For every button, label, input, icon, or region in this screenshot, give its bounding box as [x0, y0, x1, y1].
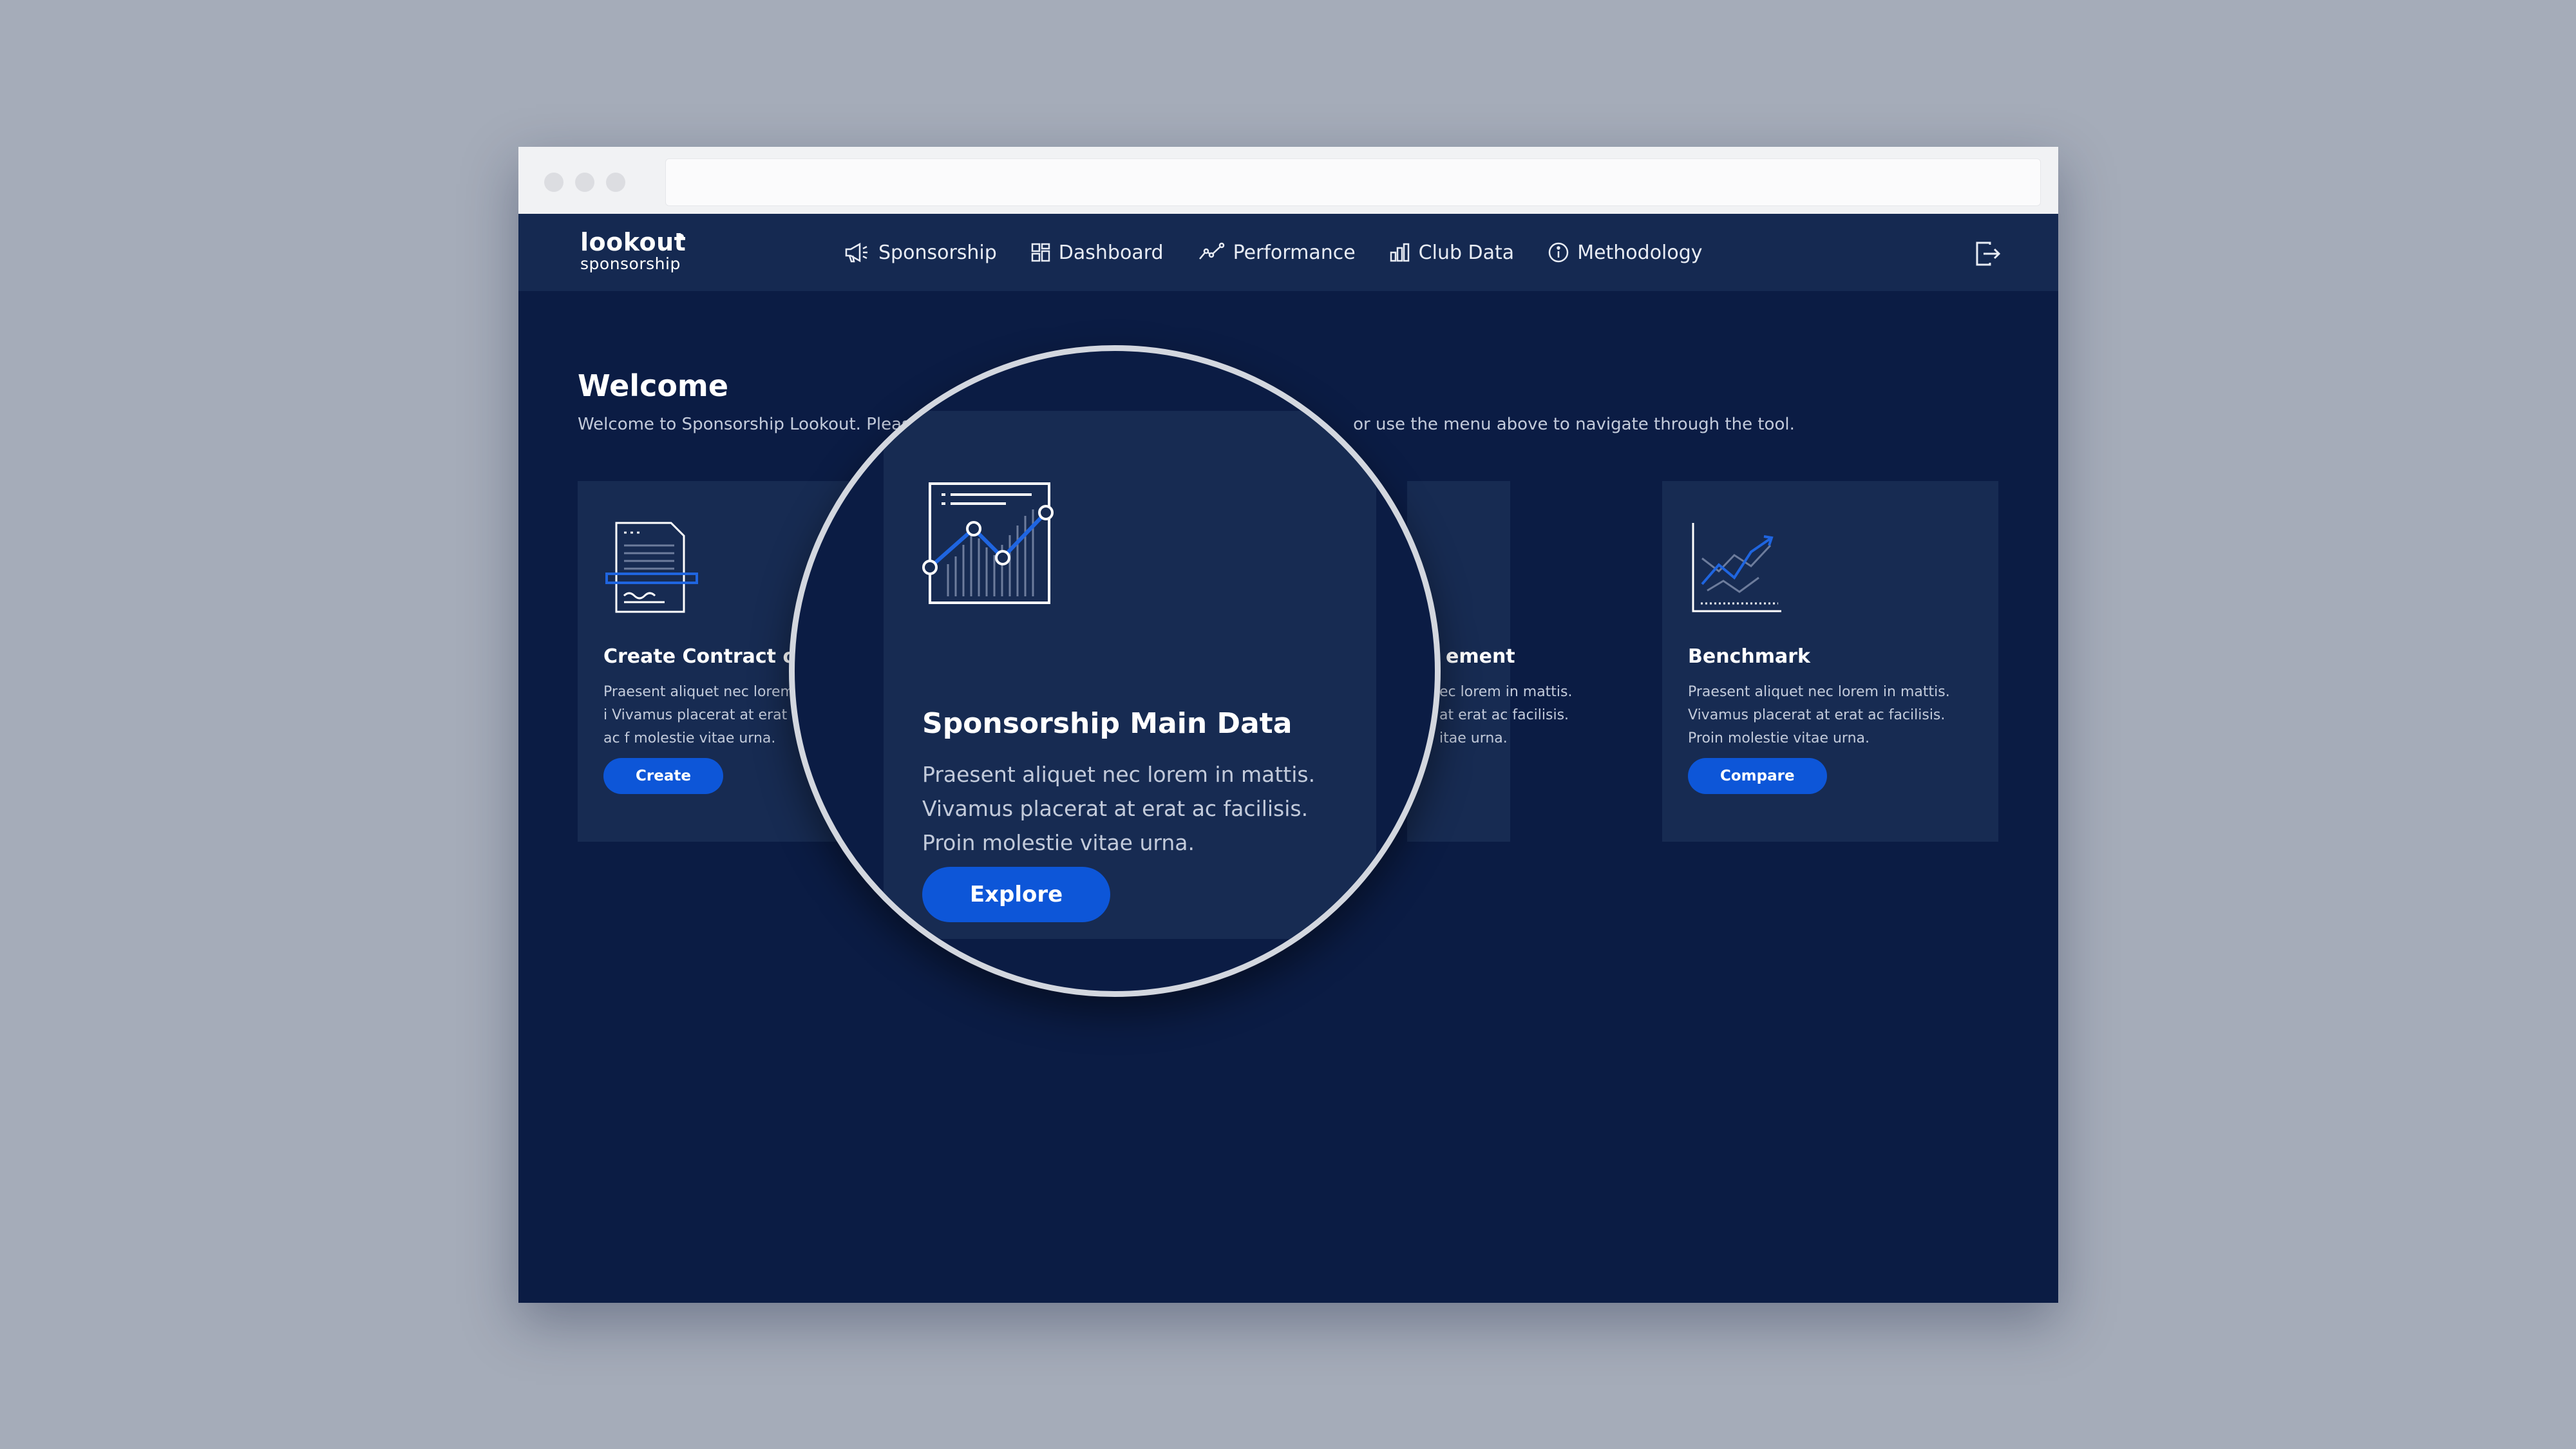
nav-item-methodology[interactable]: Methodology — [1548, 241, 1703, 264]
explore-button[interactable]: Explore — [922, 867, 1110, 922]
line-chart-icon — [922, 482, 1054, 604]
logout-icon[interactable] — [1973, 240, 2002, 268]
nav-label: Club Data — [1418, 241, 1515, 264]
logo-dot-icon — [677, 234, 684, 240]
window-maximize-dot[interactable] — [606, 173, 625, 192]
browser-chrome — [518, 147, 2058, 214]
card-description: Praesent aliquet nec lorem in mattis. Vi… — [1688, 684, 1950, 746]
logo-main-text: lookout — [580, 228, 687, 256]
page-title: Welcome — [578, 368, 729, 403]
welcome-text-left: Welcome to Sponsorship Lookout. Please — [578, 415, 921, 434]
welcome-text-right: or use the menu above to navigate throug… — [1353, 415, 1795, 434]
nav-label: Performance — [1233, 241, 1356, 264]
top-navbar: lookout sponsorship Sponsorship Dashboar… — [518, 214, 2058, 291]
info-icon — [1548, 242, 1569, 263]
compare-button[interactable]: Compare — [1688, 758, 1827, 794]
card-sponsorship-main-data: Sponsorship Main Data Praesent aliquet n… — [884, 411, 1376, 939]
benchmark-chart-icon — [1692, 523, 1781, 612]
bar-chart-icon — [1390, 243, 1409, 262]
nav-item-dashboard[interactable]: Dashboard — [1030, 242, 1164, 264]
card-title: ement — [1446, 645, 1515, 668]
nav-item-performance[interactable]: Performance — [1197, 242, 1356, 264]
trend-line-icon — [1198, 242, 1224, 260]
address-bar[interactable] — [665, 158, 2041, 206]
nav-item-club-data[interactable]: Club Data — [1389, 241, 1515, 264]
magnifier-lens: Sponsorship Main Data Praesent aliquet n… — [789, 345, 1441, 997]
card-benchmark: Benchmark Praesent aliquet nec lorem in … — [1662, 481, 1998, 842]
window-close-dot[interactable] — [544, 173, 564, 192]
card-description: ec lorem in mattis. at erat ac facilisis… — [1439, 684, 1573, 746]
logo[interactable]: lookout sponsorship — [580, 229, 686, 273]
megaphone-icon — [845, 242, 867, 263]
window-minimize-dot[interactable] — [575, 173, 594, 192]
nav-label: Methodology — [1577, 241, 1703, 264]
main-nav: Sponsorship Dashboard Performance Club D… — [844, 214, 1736, 291]
nav-label: Dashboard — [1058, 241, 1164, 264]
card-title: Sponsorship Main Data — [922, 707, 1293, 740]
nav-item-sponsorship[interactable]: Sponsorship — [844, 242, 997, 264]
logo-sub-text: sponsorship — [580, 254, 681, 273]
grid-icon — [1031, 243, 1050, 262]
card-title: Benchmark — [1688, 645, 1810, 668]
create-button[interactable]: Create — [603, 758, 723, 794]
card-description: Praesent aliquet nec lorem i Vivamus pla… — [603, 684, 794, 746]
card-description: Praesent aliquet nec lorem in mattis. Vi… — [922, 762, 1316, 855]
nav-label: Sponsorship — [878, 241, 997, 264]
contract-document-icon — [605, 522, 698, 613]
